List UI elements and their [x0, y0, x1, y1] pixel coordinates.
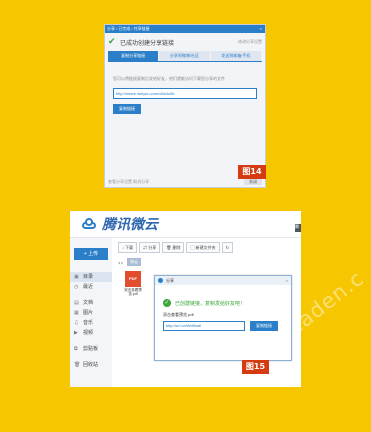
- success-check-icon: ✓: [163, 299, 171, 307]
- sidebar-item-documents[interactable]: ▤ 文档: [70, 298, 112, 308]
- document-icon: ▤: [74, 300, 79, 306]
- sidebar-item-label: 文档: [83, 300, 94, 306]
- sidebar-item-label: 目录: [83, 274, 94, 280]
- share-tabs: 复制分享链接 分享到微博/社区 发送到邮箱/手机: [108, 51, 262, 62]
- shared-file-name: 双击查看预览.pdf: [163, 312, 194, 317]
- file-name: 双击查看预览.pdf: [124, 288, 142, 296]
- dialog-footer: 查看分享设置 取消分享 关闭: [108, 179, 262, 185]
- share-settings-link[interactable]: 修改分享设置: [238, 39, 262, 45]
- sidebar: + 上传 ▣ 目录 ◷ 最近 ▤ 文档 ▦ 图片 ♫ 音乐 ▶ 视频 ⧉ 剪贴板 🗑 回收站: [70, 238, 112, 387]
- dialog-title-bar: 分享 / 已完成 / 共享链接 ×: [105, 25, 265, 33]
- share-button[interactable]: ⇄ 分享: [139, 242, 161, 253]
- share-description: 您可以将链接复制后发给好友，他们就能访问下载您分享的文件: [113, 76, 225, 81]
- music-icon: ♫: [74, 320, 79, 326]
- app-header: 腾讯微云 腾: [70, 211, 301, 238]
- modal-title: 分享: [166, 278, 174, 283]
- tab-copy-link[interactable]: 复制分享链接: [108, 51, 159, 61]
- tab-send-email[interactable]: 发送到邮箱/手机: [210, 51, 261, 61]
- copy-link-button[interactable]: 复制链接: [113, 104, 141, 114]
- sidebar-item-music[interactable]: ♫ 音乐: [70, 318, 112, 328]
- share-link-field[interactable]: http://share.weiyun.com/c6e4c0b: [113, 88, 257, 99]
- share-modal: 分享 × ✓ 已创建链接，复制发给好友吧！ 双击查看预览.pdf http://…: [154, 275, 292, 361]
- file-toolbar: ↓ 下载 ⇄ 分享 🗑 删除 ▢ 新建文件夹 ↻: [118, 242, 235, 253]
- trash-icon: 🗑: [74, 362, 81, 368]
- download-button[interactable]: ↓ 下载: [118, 242, 138, 253]
- share-dialog-window: 分享 / 已完成 / 共享链接 × ✔ 已成功创建分享链接 修改分享设置 复制分…: [104, 24, 266, 188]
- close-button[interactable]: 关闭: [244, 179, 262, 185]
- video-icon: ▶: [74, 330, 78, 336]
- dialog-title: 分享 / 已完成 / 共享链接: [107, 26, 150, 31]
- image-icon: ▦: [74, 310, 79, 316]
- close-icon[interactable]: ×: [260, 25, 265, 33]
- sidebar-item-label: 回收站: [83, 362, 99, 368]
- sidebar-item-label: 剪贴板: [83, 346, 99, 352]
- sidebar-item-label: 图片: [83, 310, 94, 316]
- sidebar-item-label: 视频: [83, 330, 94, 336]
- sidebar-item-images[interactable]: ▦ 图片: [70, 308, 112, 318]
- cloud-logo-icon: [81, 218, 97, 230]
- sidebar-item-clipboard[interactable]: ⧉ 剪贴板: [70, 344, 112, 354]
- copy-link-button[interactable]: 复制链接: [250, 321, 278, 331]
- sidebar-nav: ▣ 目录 ◷ 最近 ▤ 文档 ▦ 图片 ♫ 音乐 ▶ 视频 ⧉ 剪贴板 🗑 回收站: [70, 272, 112, 370]
- refresh-button[interactable]: ↻: [221, 242, 233, 253]
- sidebar-item-recent[interactable]: ◷ 最近: [70, 282, 112, 292]
- file-item[interactable]: PDF 双击查看预览.pdf: [122, 271, 144, 296]
- breadcrumb-current[interactable]: 微云: [127, 258, 142, 266]
- share-icon: [158, 278, 163, 283]
- figure-badge-15: 图15: [242, 360, 269, 374]
- success-row: ✓ 已创建链接，复制发给好友吧！: [163, 299, 291, 307]
- modal-title-bar: 分享 ×: [155, 276, 291, 285]
- share-link-field[interactable]: http://url.cn/Wd9wdl: [163, 321, 245, 331]
- back-forward-icon[interactable]: ◂ ▸: [118, 260, 123, 265]
- figure-badge-14: 图14: [238, 165, 266, 179]
- success-message: 已创建链接，复制发给好友吧！: [175, 300, 246, 307]
- close-icon[interactable]: ×: [286, 276, 288, 285]
- checkmark-icon: ✔: [108, 37, 116, 47]
- success-message: 已成功创建分享链接: [120, 40, 175, 47]
- sidebar-item-label: 最近: [83, 284, 94, 290]
- footer-links[interactable]: 查看分享设置 取消分享: [108, 179, 149, 185]
- tab-share-weibo[interactable]: 分享到微博/社区: [159, 51, 210, 61]
- edge-tab[interactable]: 腾: [295, 224, 301, 232]
- pdf-file-icon: PDF: [125, 271, 141, 287]
- link-row: http://url.cn/Wd9wdl 复制链接: [163, 321, 291, 331]
- sidebar-item-video[interactable]: ▶ 视频: [70, 328, 112, 338]
- sidebar-item-label: 音乐: [83, 320, 94, 326]
- folder-icon: ▣: [74, 274, 79, 280]
- new-folder-button[interactable]: ▢ 新建文件夹: [186, 242, 220, 253]
- success-header: ✔ 已成功创建分享链接 修改分享设置: [105, 33, 265, 51]
- clipboard-icon: ⧉: [74, 346, 78, 352]
- sidebar-item-directory[interactable]: ▣ 目录: [70, 272, 112, 282]
- app-brand: 腾讯微云: [102, 217, 158, 233]
- sidebar-item-recycle-bin[interactable]: 🗑 回收站: [70, 360, 112, 370]
- breadcrumb: ◂ ▸ 微云: [118, 258, 142, 266]
- clock-icon: ◷: [74, 284, 79, 290]
- upload-button[interactable]: + 上传: [74, 248, 108, 260]
- delete-button[interactable]: 🗑 删除: [162, 242, 185, 253]
